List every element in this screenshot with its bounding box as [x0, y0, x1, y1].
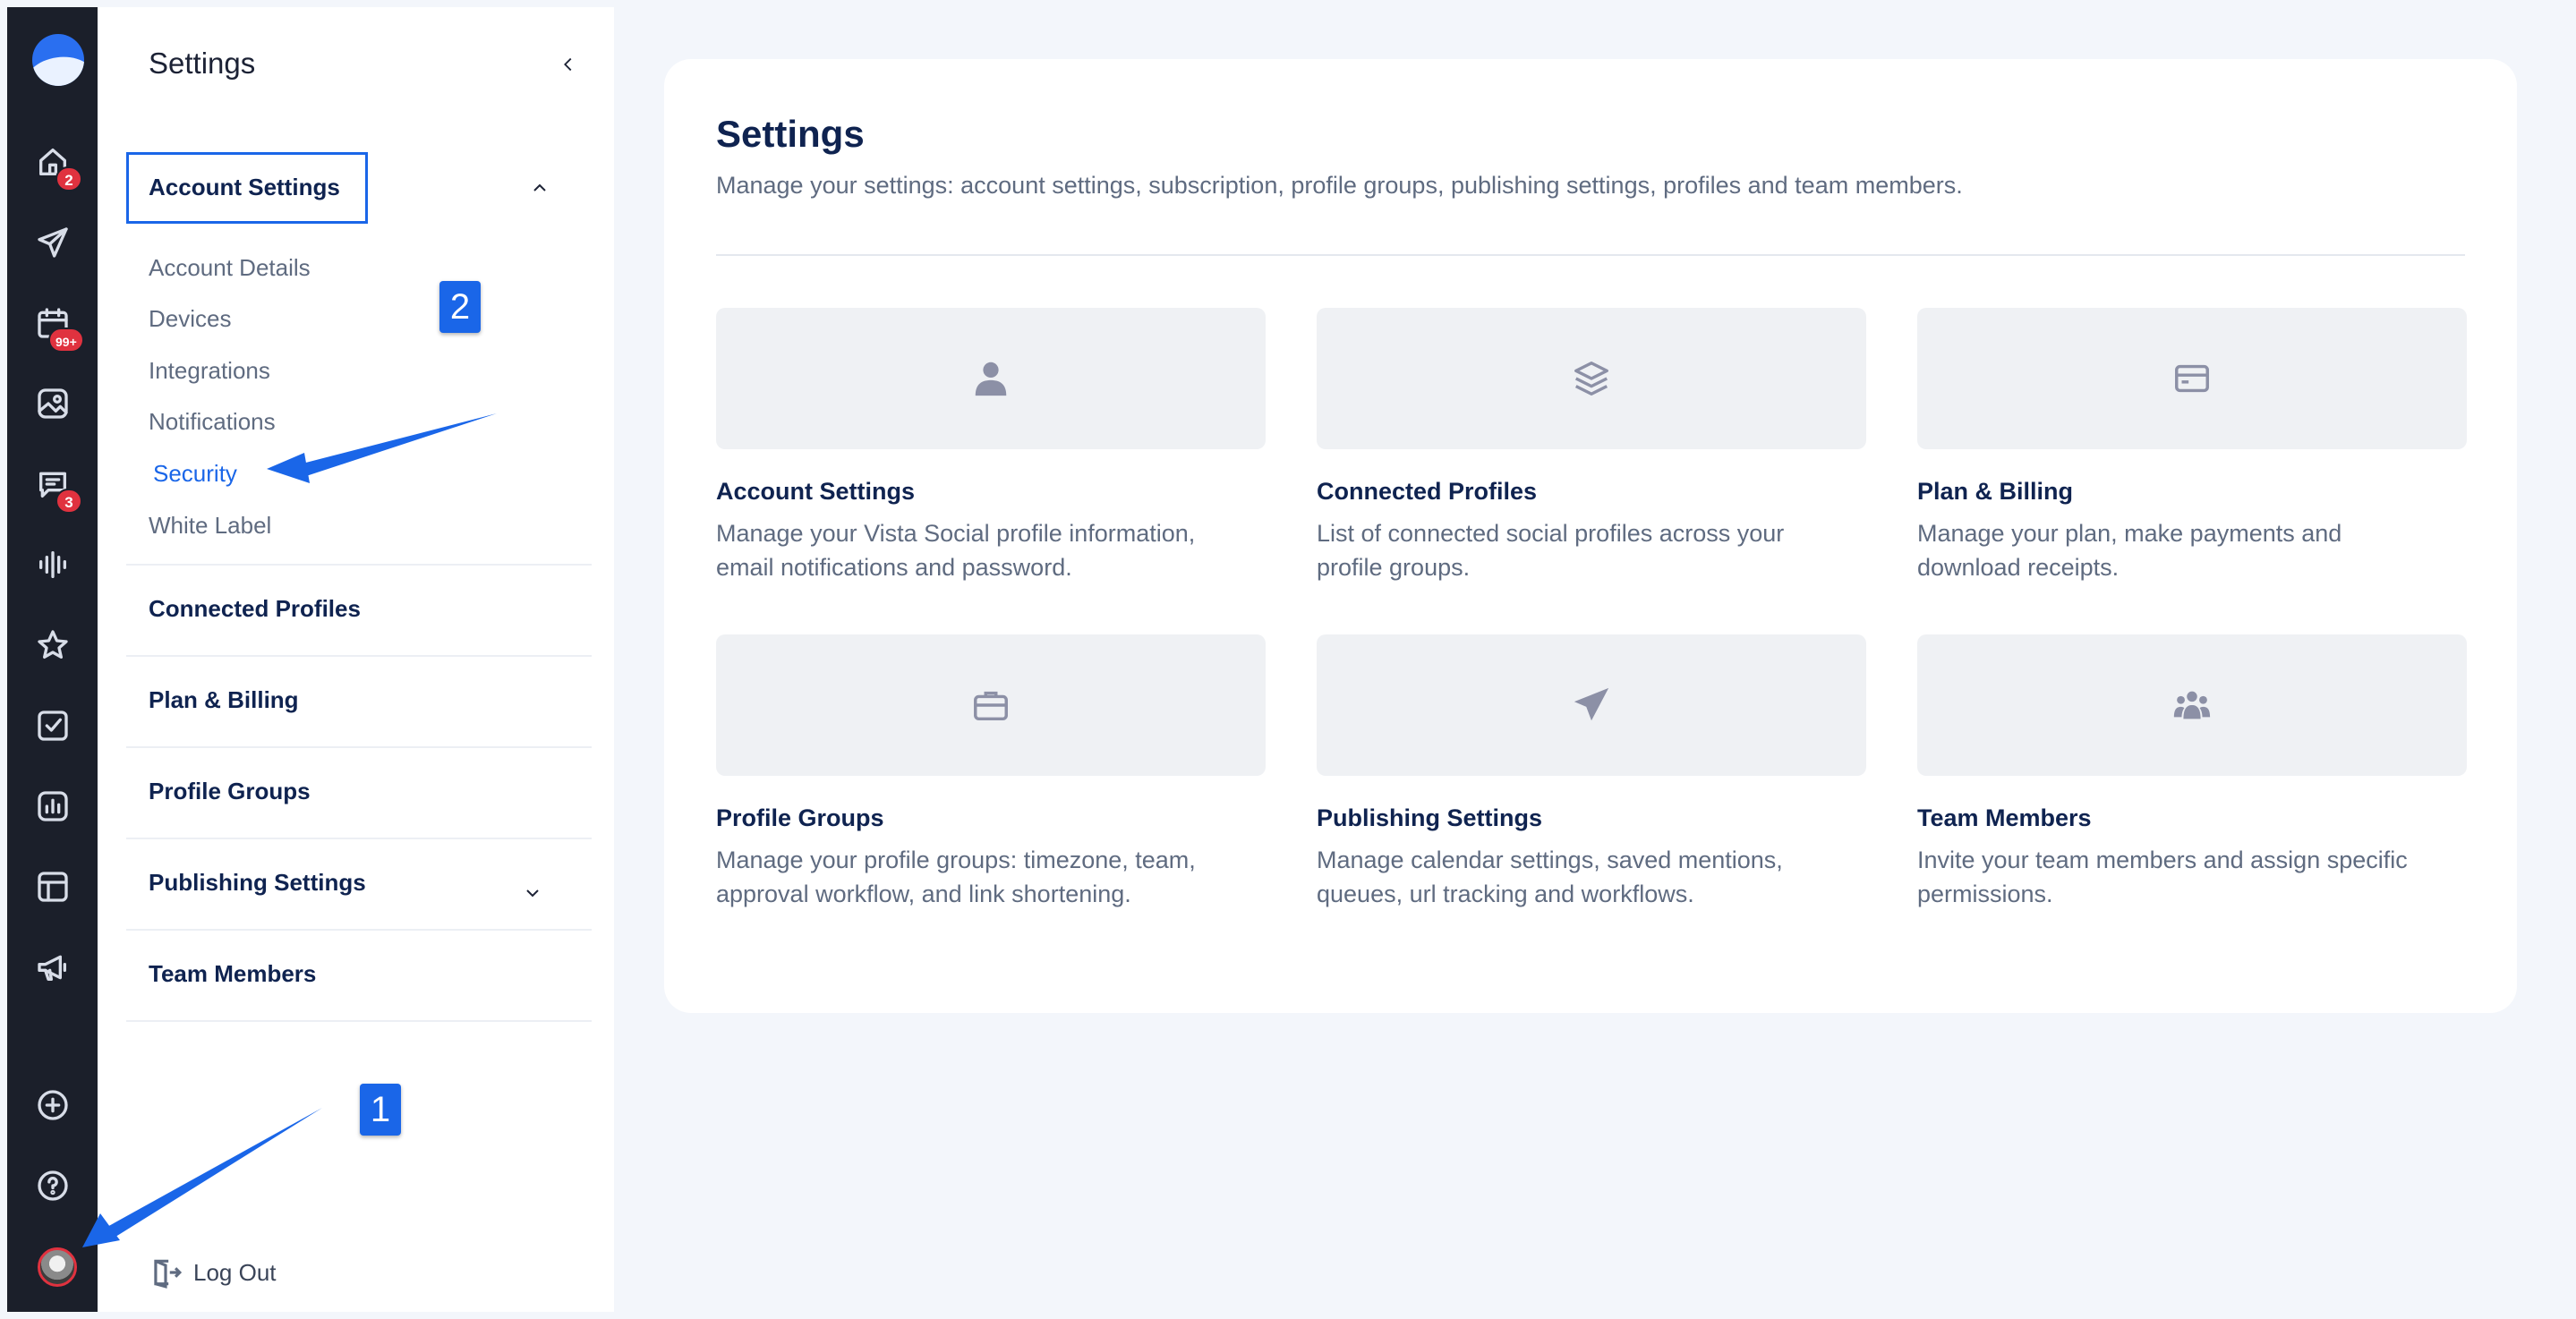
card-profile-groups[interactable]: Profile Groups Manage your profile group…	[716, 634, 1266, 911]
divider	[126, 746, 592, 748]
card-image	[1317, 634, 1866, 776]
credit-card-icon	[2175, 364, 2209, 393]
divider	[126, 929, 592, 931]
media-icon[interactable]	[7, 372, 98, 435]
card-desc-line: List of connected social profiles across…	[1317, 520, 1785, 547]
chevron-left-icon	[564, 57, 572, 72]
sidebar-item-notifications[interactable]: Notifications	[149, 408, 276, 436]
account-settings-label: Account Settings	[149, 174, 340, 200]
settings-panel: Settings Manage your settings: account s…	[664, 59, 2517, 1013]
card-image	[1917, 634, 2467, 776]
card-title: Plan & Billing	[1917, 478, 2074, 505]
sidebar-item-team-members[interactable]: Team Members	[149, 960, 316, 988]
layout-icon[interactable]	[7, 855, 98, 918]
card-title: Team Members	[1917, 804, 2092, 831]
card-description: Manage your Vista Social profile informa…	[716, 516, 1266, 584]
star-icon[interactable]	[7, 614, 98, 677]
card-image	[1917, 308, 2467, 449]
divider	[126, 838, 592, 839]
card-image	[716, 308, 1266, 449]
page-description: Manage your settings: account settings, …	[716, 172, 1963, 199]
home-icon[interactable]: 2	[7, 131, 98, 193]
chevron-down-icon[interactable]	[522, 882, 543, 904]
divider	[716, 254, 2465, 256]
card-title: Publishing Settings	[1317, 804, 1543, 831]
logout-icon	[154, 1259, 183, 1289]
sidebar-title: Settings	[149, 47, 256, 80]
account-settings-toggle[interactable]: Account Settings	[126, 152, 592, 224]
logo[interactable]	[32, 34, 84, 86]
annotation-callout-1: 1	[360, 1084, 401, 1136]
briefcase-icon	[974, 691, 1008, 721]
app-window: 2 99+ 3 Settings Account Settings Accoun…	[0, 0, 2576, 1319]
card-description: Manage calendar settings, saved mentions…	[1317, 843, 1866, 911]
listening-icon[interactable]	[7, 533, 98, 596]
card-description: Manage your profile groups: timezone, te…	[716, 843, 1266, 911]
card-publishing-settings[interactable]: Publishing Settings Manage calendar sett…	[1317, 634, 1866, 911]
divider	[126, 1020, 592, 1022]
collapse-sidebar-button[interactable]	[552, 48, 584, 81]
sidebar-item-publishing-settings[interactable]: Publishing Settings	[149, 869, 366, 897]
card-desc-line: profile groups.	[1317, 554, 1471, 581]
card-desc-line: Manage your profile groups: timezone, te…	[716, 847, 1196, 873]
help-icon[interactable]	[7, 1154, 98, 1217]
users-icon	[2173, 691, 2211, 719]
icon-rail: 2 99+ 3	[7, 7, 98, 1312]
sidebar-item-integrations[interactable]: Integrations	[149, 357, 270, 385]
card-desc-line: email notifications and password.	[716, 554, 1072, 581]
card-image	[716, 634, 1266, 776]
sidebar-item-devices[interactable]: Devices	[149, 305, 231, 333]
calendar-icon[interactable]: 99+	[7, 292, 98, 354]
logout-button[interactable]: Log Out	[149, 1255, 277, 1289]
sidebar-item-profile-groups[interactable]: Profile Groups	[149, 778, 311, 805]
card-connected-profiles[interactable]: Connected Profiles List of connected soc…	[1317, 308, 1866, 584]
annotation-callout-2: 2	[439, 281, 481, 333]
sidebar-item-plan-billing[interactable]: Plan & Billing	[149, 686, 299, 714]
layers-icon	[1574, 362, 1608, 396]
sidebar-item-white-label[interactable]: White Label	[149, 512, 271, 540]
page-title: Settings	[716, 113, 865, 155]
sidebar-item-connected-profiles[interactable]: Connected Profiles	[149, 595, 361, 623]
divider	[126, 564, 592, 566]
user-icon	[975, 362, 1007, 396]
chevron-up-icon	[529, 177, 550, 199]
add-icon[interactable]	[7, 1074, 98, 1136]
card-title: Connected Profiles	[1317, 478, 1538, 505]
calendar-badge: 99+	[48, 328, 84, 353]
card-description: Manage your plan, make payments and down…	[1917, 516, 2467, 584]
card-desc-line: queues, url tracking and workflows.	[1317, 881, 1694, 907]
inbox-icon[interactable]: 3	[7, 453, 98, 515]
card-desc-line: download receipts.	[1917, 554, 2120, 581]
card-desc-line: approval workflow, and link shortening.	[716, 881, 1131, 907]
card-title: Profile Groups	[716, 804, 884, 831]
card-image	[1317, 308, 1866, 449]
card-plan-billing[interactable]: Plan & Billing Manage your plan, make pa…	[1917, 308, 2467, 584]
send-icon[interactable]	[7, 211, 98, 274]
paper-plane-icon	[1574, 687, 1609, 721]
home-badge: 2	[55, 166, 82, 191]
card-desc-line: Manage your Vista Social profile informa…	[716, 520, 1196, 547]
reports-icon[interactable]	[7, 775, 98, 838]
card-title: Account Settings	[716, 478, 916, 505]
card-description: Invite your team members and assign spec…	[1917, 843, 2467, 911]
card-description: List of connected social profiles across…	[1317, 516, 1866, 584]
tasks-icon[interactable]	[7, 694, 98, 757]
card-team-members[interactable]: Team Members Invite your team members an…	[1917, 634, 2467, 911]
card-desc-line: Manage your plan, make payments and	[1917, 520, 2342, 547]
card-desc-line: permissions.	[1917, 881, 2053, 907]
card-account-settings[interactable]: Account Settings Manage your Vista Socia…	[716, 308, 1266, 584]
card-desc-line: Invite your team members and assign spec…	[1917, 847, 2408, 873]
inbox-badge: 3	[55, 489, 82, 514]
megaphone-icon[interactable]	[7, 936, 98, 999]
logout-label: Log Out	[193, 1258, 277, 1286]
sidebar-item-security[interactable]: Security	[153, 460, 237, 488]
divider	[126, 655, 592, 657]
sidebar-item-account-details[interactable]: Account Details	[149, 254, 311, 282]
card-desc-line: Manage calendar settings, saved mentions…	[1317, 847, 1783, 873]
avatar[interactable]	[38, 1247, 77, 1287]
settings-sidebar: Settings Account Settings Account Detail…	[98, 7, 614, 1312]
